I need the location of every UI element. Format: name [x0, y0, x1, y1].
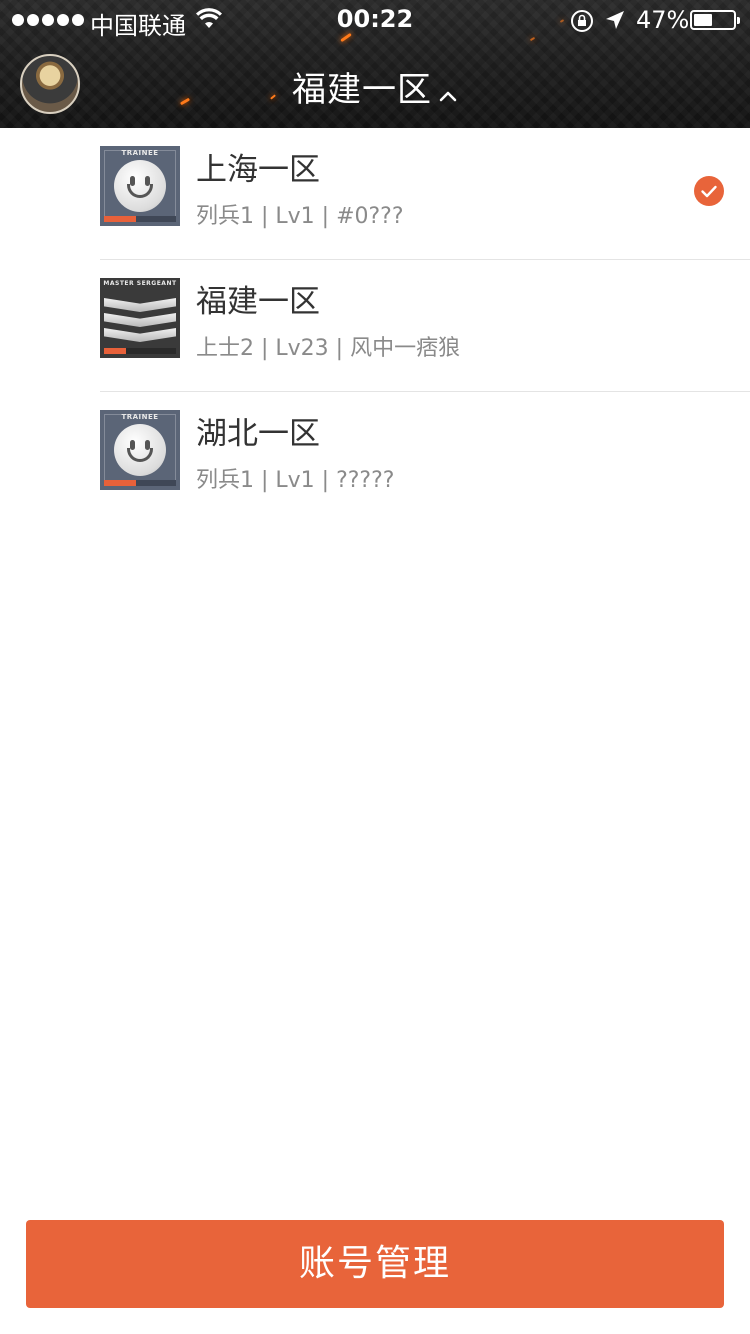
rank-badge-trainee: TRAINEE	[100, 146, 180, 226]
rank-badge-master-sergeant: MASTER SERGEANT	[100, 278, 180, 358]
server-row-hubei[interactable]: TRAINEE 湖北一区 列兵1 | Lv1 | ?????	[0, 392, 750, 524]
rank-progress-bar	[104, 216, 176, 222]
server-row-fujian[interactable]: MASTER SERGEANT 福建一区 上士2 | Lv23 | 风中一痞狼	[0, 260, 750, 392]
smiley-icon	[114, 424, 166, 476]
account-management-button[interactable]: 账号管理	[26, 1220, 724, 1308]
server-details: 上士2 | Lv23 | 风中一痞狼	[196, 336, 461, 361]
location-arrow-icon	[604, 9, 626, 35]
server-list: TRAINEE 上海一区 列兵1 | Lv1 | #0??? MASTER SE…	[0, 128, 750, 524]
chevron-up-icon	[438, 72, 458, 112]
status-bar: 中国联通 00:22 47%	[0, 0, 750, 40]
server-details: 列兵1 | Lv1 | ?????	[196, 468, 395, 493]
current-server-title: 福建一区	[292, 70, 432, 110]
selected-check-icon	[694, 176, 724, 206]
rank-progress-bar	[104, 348, 176, 354]
battery-percent: 47%	[636, 6, 690, 34]
rotation-lock-icon	[570, 9, 594, 37]
top-header: 中国联通 00:22 47% 福建一区	[0, 0, 750, 128]
server-name: 福建一区	[196, 284, 320, 320]
server-row-shanghai[interactable]: TRAINEE 上海一区 列兵1 | Lv1 | #0???	[0, 128, 750, 260]
rank-badge-trainee: TRAINEE	[100, 410, 180, 490]
server-name: 湖北一区	[196, 416, 320, 452]
server-name: 上海一区	[196, 152, 320, 188]
battery-icon	[690, 10, 740, 30]
rank-progress-bar	[104, 480, 176, 486]
smiley-icon	[114, 160, 166, 212]
server-details: 列兵1 | Lv1 | #0???	[196, 204, 404, 229]
server-switcher[interactable]: 福建一区	[0, 62, 750, 112]
